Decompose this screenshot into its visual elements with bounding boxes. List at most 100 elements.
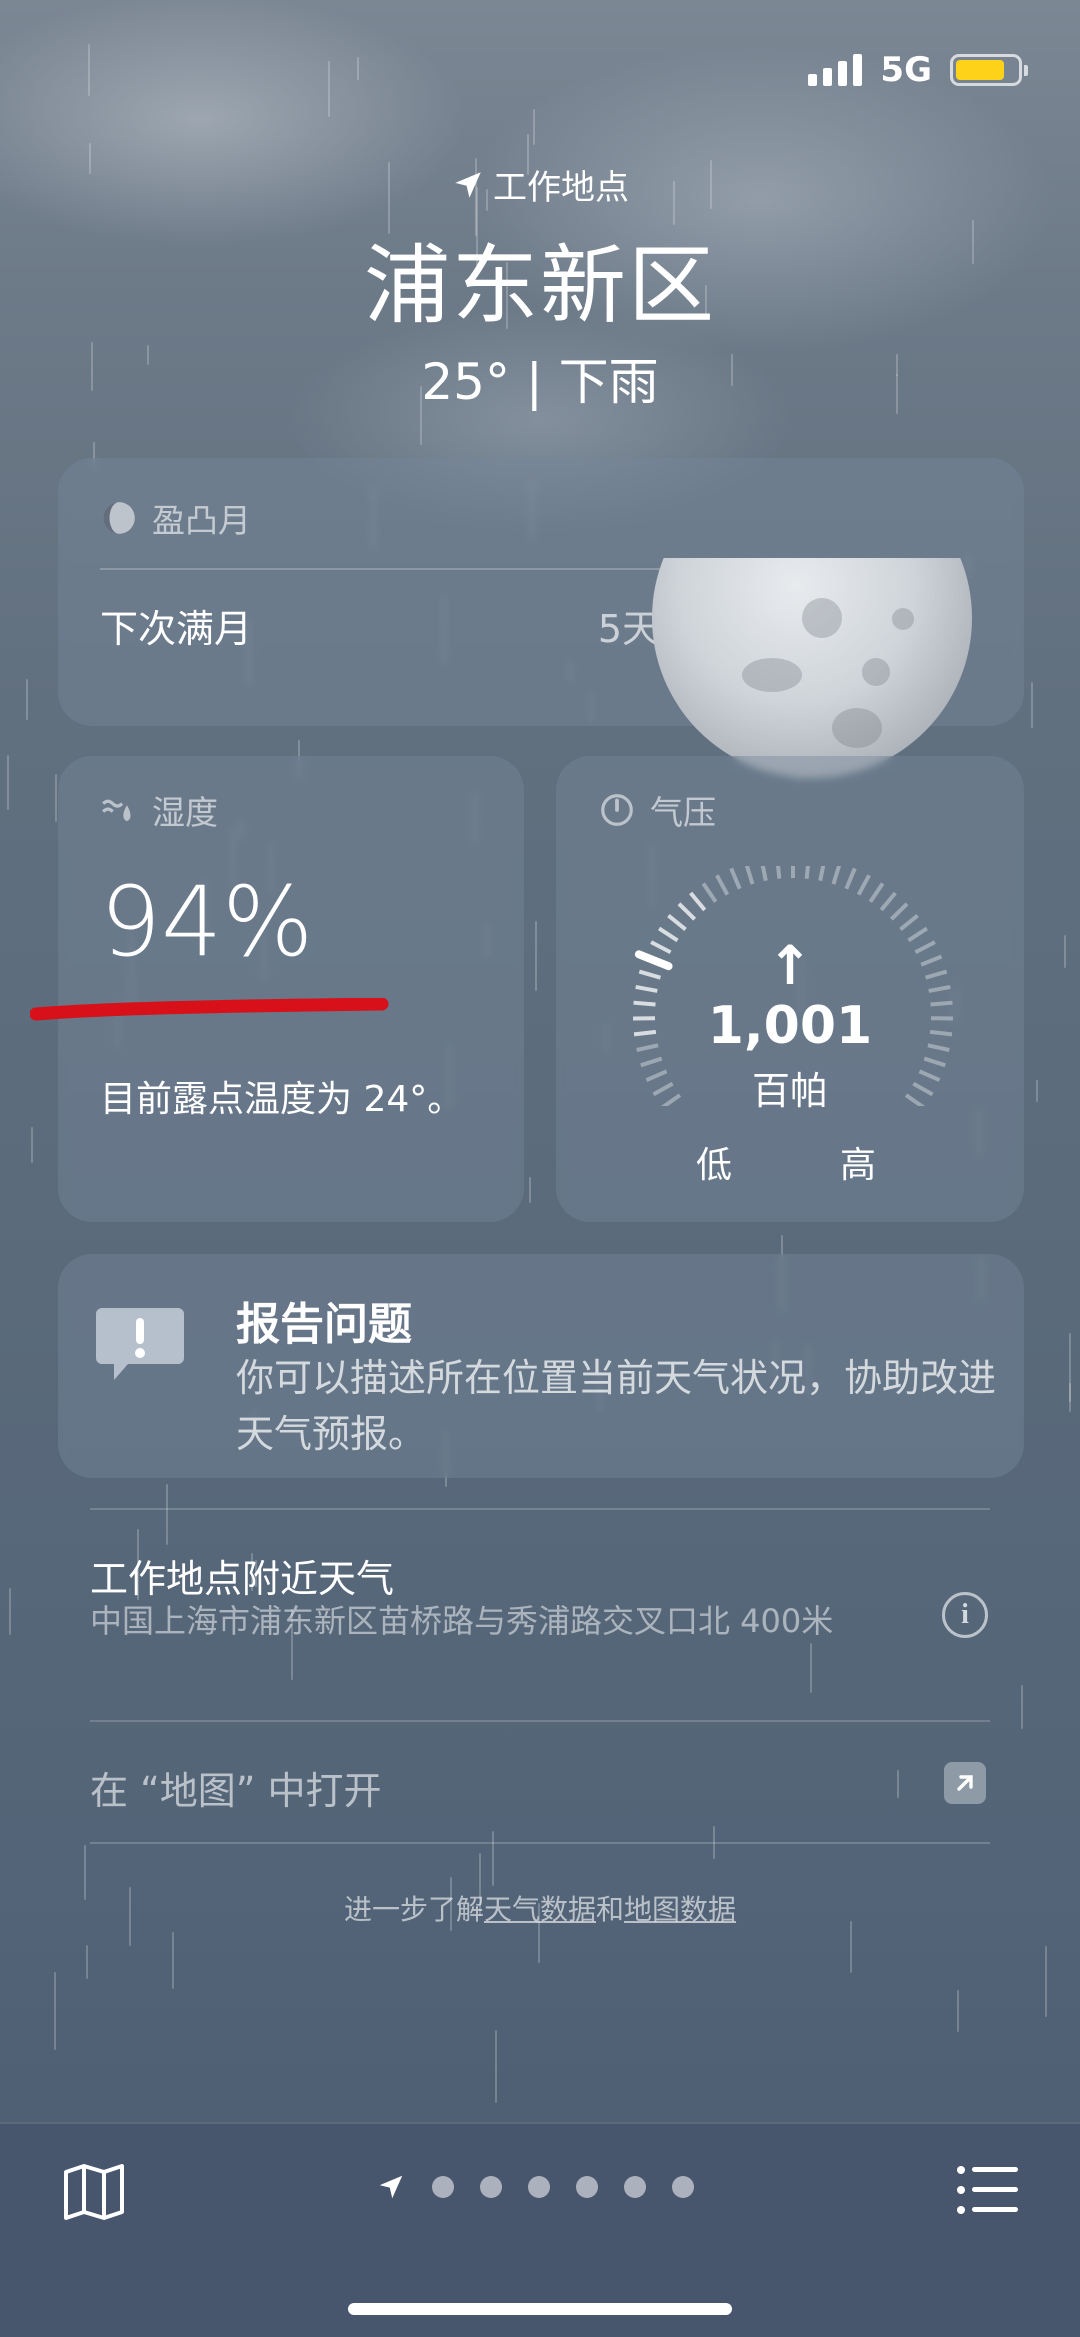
battery-icon xyxy=(950,54,1028,86)
info-icon[interactable]: i xyxy=(942,1592,988,1638)
red-underline-annotation xyxy=(30,998,389,1021)
open-external-icon[interactable] xyxy=(944,1762,986,1804)
rain-streak xyxy=(1045,1946,1047,2017)
gauge-tick xyxy=(856,874,871,896)
rain-streak xyxy=(850,1921,852,1973)
location-label-row: 工作地点 xyxy=(0,160,1080,209)
page-indicator[interactable] xyxy=(376,2172,694,2202)
report-description: 你可以描述所在位置当前天气状况，协助改进天气预报。 xyxy=(236,1356,997,1456)
gauge-tick xyxy=(818,866,826,882)
rain-streak xyxy=(166,1484,168,1545)
moon-divider xyxy=(100,568,660,570)
pressure-card[interactable]: 气压 ↑ 1,001 百帕 低 高 xyxy=(556,756,1024,1222)
pressure-title: 气压 xyxy=(650,793,716,832)
map-icon[interactable] xyxy=(62,2162,126,2222)
home-indicator[interactable] xyxy=(348,2303,732,2315)
gauge-tick xyxy=(677,902,697,921)
current-location-page-icon[interactable] xyxy=(376,2172,406,2202)
rain-streak xyxy=(535,921,537,991)
report-issue-card[interactable]: 报告问题 你可以描述所在位置当前天气状况，协助改进天气预报。 xyxy=(58,1254,1024,1478)
gauge-tick xyxy=(744,866,755,885)
moon-card-title: 盈凸月 xyxy=(100,494,251,542)
page-dot[interactable] xyxy=(528,2176,550,2198)
gauge-tick xyxy=(776,866,782,879)
pressure-card-title: 气压 xyxy=(598,786,716,834)
gauge-tick xyxy=(804,866,810,879)
gauge-tick xyxy=(715,874,730,896)
rain-streak xyxy=(957,1990,959,2032)
humidity-title: 湿度 xyxy=(152,793,218,832)
rain-streak xyxy=(529,1177,531,1203)
report-title: 报告问题 xyxy=(236,1299,412,1350)
next-full-moon-row: 下次满月 5天 xyxy=(100,598,660,653)
rain-streak xyxy=(810,1643,812,1693)
weather-data-link[interactable]: 天气数据 xyxy=(484,1893,596,1926)
pressure-trend-arrow: ↑ xyxy=(767,934,813,997)
rain-streak xyxy=(1031,682,1033,728)
rain-streak xyxy=(492,1831,494,1886)
gauge-tick xyxy=(760,866,768,882)
status-bar: 5G xyxy=(808,50,1028,90)
rain-streak xyxy=(1064,935,1066,968)
gauge-icon xyxy=(601,794,633,826)
nearby-address: 中国上海市浦东新区苗桥路与秀浦路交叉口北 400米 xyxy=(90,1602,834,1640)
page-dot[interactable] xyxy=(480,2176,502,2198)
next-full-moon-value: 5天 xyxy=(597,607,660,651)
rain-streak xyxy=(26,679,28,720)
gauge-tick xyxy=(899,914,919,931)
open-in-maps-link[interactable]: 在 “地图” 中打开 xyxy=(90,1760,382,1815)
rain-streak xyxy=(31,1127,33,1163)
moon-card[interactable]: 盈凸月 下次满月 5天 xyxy=(58,458,1024,778)
nearby-weather-title: 工作地点附近天气 xyxy=(90,1557,395,1601)
gauge-tick xyxy=(844,867,857,890)
pressure-high-label: 高 xyxy=(840,1145,877,1186)
data-sources-footer: 进一步了解天气数据和地图数据 xyxy=(0,1888,1080,1928)
gauge-tick xyxy=(689,891,707,912)
divider xyxy=(90,1842,990,1844)
rain-streak xyxy=(897,1770,899,1798)
gauge-tick xyxy=(701,882,718,903)
pressure-low-label: 低 xyxy=(696,1145,733,1186)
gauge-tick xyxy=(879,891,897,912)
pressure-value: 1,001 xyxy=(707,996,873,1056)
gauge-tick xyxy=(831,866,842,885)
humidity-value: 94% xyxy=(100,866,314,978)
network-type: 5G xyxy=(880,50,932,90)
page-dot[interactable] xyxy=(576,2176,598,2198)
page-dot[interactable] xyxy=(624,2176,646,2198)
rain-streak xyxy=(1036,1080,1038,1102)
bottom-toolbar xyxy=(0,2122,1080,2337)
location-label: 工作地点 xyxy=(493,168,629,208)
current-condition: 25° | 下雨 xyxy=(421,353,659,411)
signal-icon xyxy=(808,54,863,86)
divider xyxy=(90,1508,990,1510)
footer-middle: 和 xyxy=(596,1893,625,1926)
footer-prefix: 进一步了解 xyxy=(343,1893,484,1926)
rain-streak xyxy=(1021,1685,1023,1729)
dew-point-description: 目前露点温度为 24°。 xyxy=(100,1079,464,1120)
city-name: 浦东新区 xyxy=(364,236,716,336)
location-header: 工作地点 浦东新区 25° | 下雨 xyxy=(0,160,1080,414)
page-dot[interactable] xyxy=(672,2176,694,2198)
rain-streak xyxy=(9,1588,11,1635)
next-full-moon-label: 下次满月 xyxy=(100,607,253,651)
humidity-card[interactable]: 湿度 94% 目前露点温度为 24°。 xyxy=(58,756,524,1222)
list-icon[interactable] xyxy=(956,2164,1018,2216)
map-data-link[interactable]: 地图数据 xyxy=(624,1893,736,1926)
rain-streak xyxy=(1069,1333,1071,1402)
rain-streak xyxy=(1069,1383,1071,1412)
page-dot[interactable] xyxy=(432,2176,454,2198)
rain-streak xyxy=(54,1972,56,2050)
humidity-card-title: 湿度 xyxy=(100,786,218,834)
rain-streak xyxy=(55,774,57,822)
rain-streak xyxy=(86,1945,88,1979)
report-bubble-icon xyxy=(96,1308,184,1380)
rain-streak xyxy=(495,2030,497,2103)
divider xyxy=(90,1720,990,1722)
rain-streak xyxy=(7,755,9,810)
moon-phase-icon xyxy=(103,502,135,534)
gauge-tick xyxy=(868,882,885,903)
location-arrow-icon xyxy=(455,171,481,198)
gauge-tick xyxy=(667,914,687,931)
rain-streak xyxy=(172,1932,174,1989)
